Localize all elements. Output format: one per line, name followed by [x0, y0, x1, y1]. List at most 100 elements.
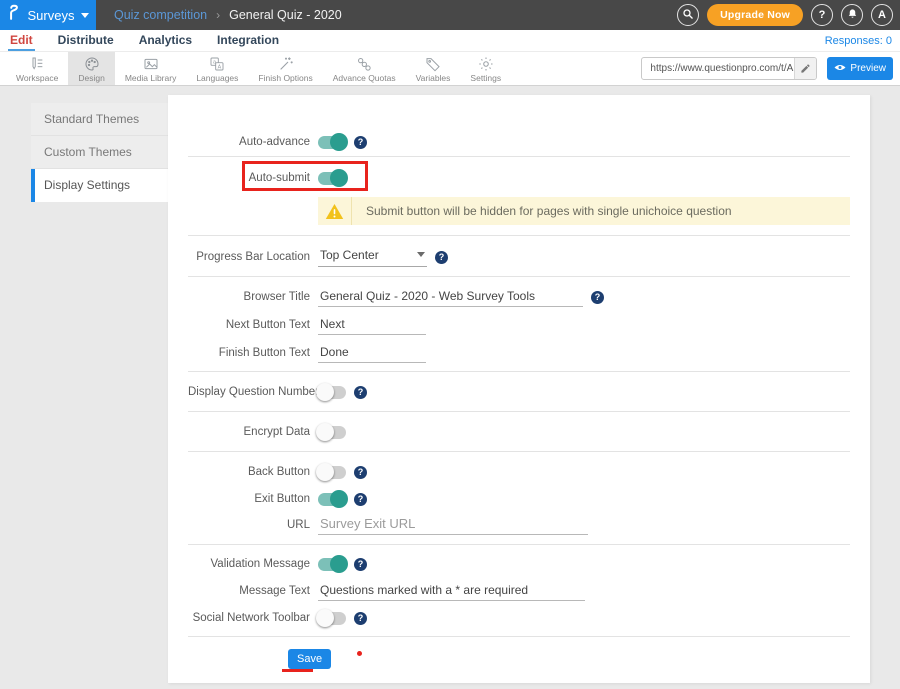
chevron-down-icon — [81, 13, 89, 18]
svg-text:a: a — [213, 59, 216, 65]
validation-message-toggle[interactable] — [318, 558, 346, 571]
tag-icon — [425, 56, 441, 72]
chevron-down-icon — [417, 252, 425, 257]
toolbar-item-languages[interactable]: a A Languages — [186, 52, 248, 85]
tab-integration[interactable]: Integration — [215, 30, 281, 49]
search-icon — [682, 8, 694, 23]
auto-advance-toggle[interactable] — [318, 136, 346, 149]
exit-url-label: URL — [188, 519, 310, 531]
encrypt-data-section: Encrypt Data — [188, 412, 850, 452]
header-actions: Upgrade Now ? A — [677, 4, 893, 26]
progress-bar-location-select[interactable]: Top Center — [318, 248, 427, 267]
progress-bar-section: Progress Bar Location Top Center ? — [188, 236, 850, 277]
auto-advance-section: Auto-advance ? — [188, 95, 850, 157]
finish-button-text-input[interactable] — [318, 344, 426, 363]
selected-option: Top Center — [320, 248, 379, 262]
help-icon[interactable]: ? — [354, 136, 367, 149]
social-network-toolbar-label: Social Network Toolbar — [188, 612, 310, 624]
toolbar-item-label: Media Library — [125, 73, 177, 83]
display-settings-panel: Auto-advance ? Auto-submit — [168, 95, 870, 683]
notifications-button[interactable] — [841, 4, 863, 26]
toolbar-item-finish-options[interactable]: Finish Options — [248, 52, 322, 85]
workspace-icon — [29, 56, 45, 72]
breadcrumb-separator: › — [216, 8, 220, 22]
help-icon[interactable]: ? — [354, 493, 367, 506]
tab-analytics[interactable]: Analytics — [137, 30, 194, 49]
bell-icon — [847, 8, 858, 23]
tab-edit[interactable]: Edit — [8, 30, 35, 51]
encrypt-data-label: Encrypt Data — [188, 426, 310, 438]
toolbar-item-media-library[interactable]: Media Library — [115, 52, 187, 85]
responses-count[interactable]: Responses: 0 — [825, 30, 892, 47]
validation-message-label: Validation Message — [188, 558, 310, 570]
back-button-toggle[interactable] — [318, 466, 346, 479]
preview-button[interactable]: Preview — [827, 57, 893, 80]
product-menu-label: Surveys — [28, 8, 75, 23]
translate-icon: a A — [209, 56, 225, 72]
preview-label: Preview — [850, 63, 886, 74]
validation-section: Validation Message ? Message Text Social… — [188, 545, 850, 637]
help-icon[interactable]: ? — [591, 291, 604, 304]
chain-links-icon — [356, 56, 372, 72]
exit-button-label: Exit Button — [188, 493, 310, 505]
auto-submit-warning: Submit button will be hidden for pages w… — [318, 197, 850, 225]
design-sidebar: Standard Themes Custom Themes Display Se… — [31, 103, 168, 689]
exit-button-toggle[interactable] — [318, 493, 346, 506]
toolbar-item-label: Finish Options — [258, 73, 312, 83]
toolbar-item-workspace[interactable]: Workspace — [6, 52, 68, 85]
display-question-numbers-toggle[interactable] — [318, 386, 346, 399]
annotation-dot — [357, 651, 362, 656]
toolbar-item-design[interactable]: Design — [68, 52, 114, 85]
module-nav: Edit Distribute Analytics Integration Re… — [0, 30, 900, 52]
sidebar-item-standard-themes[interactable]: Standard Themes — [31, 103, 168, 136]
search-button[interactable] — [677, 4, 699, 26]
next-button-text-input[interactable] — [318, 316, 426, 335]
toolbar-item-label: Settings — [470, 73, 501, 83]
main-content: Standard Themes Custom Themes Display Se… — [0, 86, 900, 689]
image-icon — [143, 56, 159, 72]
svg-text:A: A — [218, 64, 222, 70]
annotation-underline — [282, 669, 313, 672]
toolbar-item-settings[interactable]: Settings — [460, 52, 511, 85]
help-icon[interactable]: ? — [354, 466, 367, 479]
survey-url-box: https://www.questionpro.com/t/APNrFZ — [641, 57, 817, 80]
eye-icon — [834, 63, 846, 75]
survey-url[interactable]: https://www.questionpro.com/t/APNrFZ — [642, 63, 794, 74]
sidebar-item-custom-themes[interactable]: Custom Themes — [31, 136, 168, 169]
tab-distribute[interactable]: Distribute — [56, 30, 116, 49]
exit-url-input[interactable] — [318, 515, 588, 535]
warning-triangle-icon — [318, 197, 352, 225]
toolbar-item-label: Languages — [196, 73, 238, 83]
help-icon[interactable]: ? — [354, 386, 367, 399]
toolbar-item-label: Workspace — [16, 73, 58, 83]
navigation-buttons-section: Back Button ? Exit Button ? URL — [188, 452, 850, 545]
message-text-label: Message Text — [188, 585, 310, 597]
sidebar-item-display-settings[interactable]: Display Settings — [31, 169, 168, 202]
social-network-toolbar-toggle[interactable] — [318, 612, 346, 625]
help-icon[interactable]: ? — [435, 251, 448, 264]
help-button[interactable]: ? — [811, 4, 833, 26]
top-header: Surveys Quiz competition › General Quiz … — [0, 0, 900, 30]
magic-wand-icon — [278, 56, 294, 72]
breadcrumb: Quiz competition › General Quiz - 2020 — [114, 8, 342, 22]
message-text-input[interactable] — [318, 582, 585, 601]
save-button[interactable]: Save — [288, 649, 331, 669]
text-settings-section: Browser Title ? Next Button Text Finish … — [188, 277, 850, 372]
breadcrumb-folder[interactable]: Quiz competition — [114, 8, 207, 22]
pencil-icon — [800, 63, 811, 74]
finish-button-text-label: Finish Button Text — [188, 347, 310, 359]
questionpro-logo-icon — [7, 4, 21, 26]
avatar[interactable]: A — [871, 4, 893, 26]
surveys-menu[interactable]: Surveys — [0, 0, 96, 30]
help-icon[interactable]: ? — [354, 612, 367, 625]
next-button-text-label: Next Button Text — [188, 319, 310, 331]
browser-title-input[interactable] — [318, 288, 583, 307]
edit-url-button[interactable] — [794, 58, 816, 79]
toolbar-item-variables[interactable]: Variables — [406, 52, 461, 85]
toolbar-item-advance-quotas[interactable]: Advance Quotas — [323, 52, 406, 85]
upgrade-now-button[interactable]: Upgrade Now — [707, 4, 803, 26]
help-icon[interactable]: ? — [354, 558, 367, 571]
question-numbers-section: Display Question Numbers ? — [188, 372, 850, 412]
gear-icon — [478, 56, 494, 72]
encrypt-data-toggle[interactable] — [318, 426, 346, 439]
